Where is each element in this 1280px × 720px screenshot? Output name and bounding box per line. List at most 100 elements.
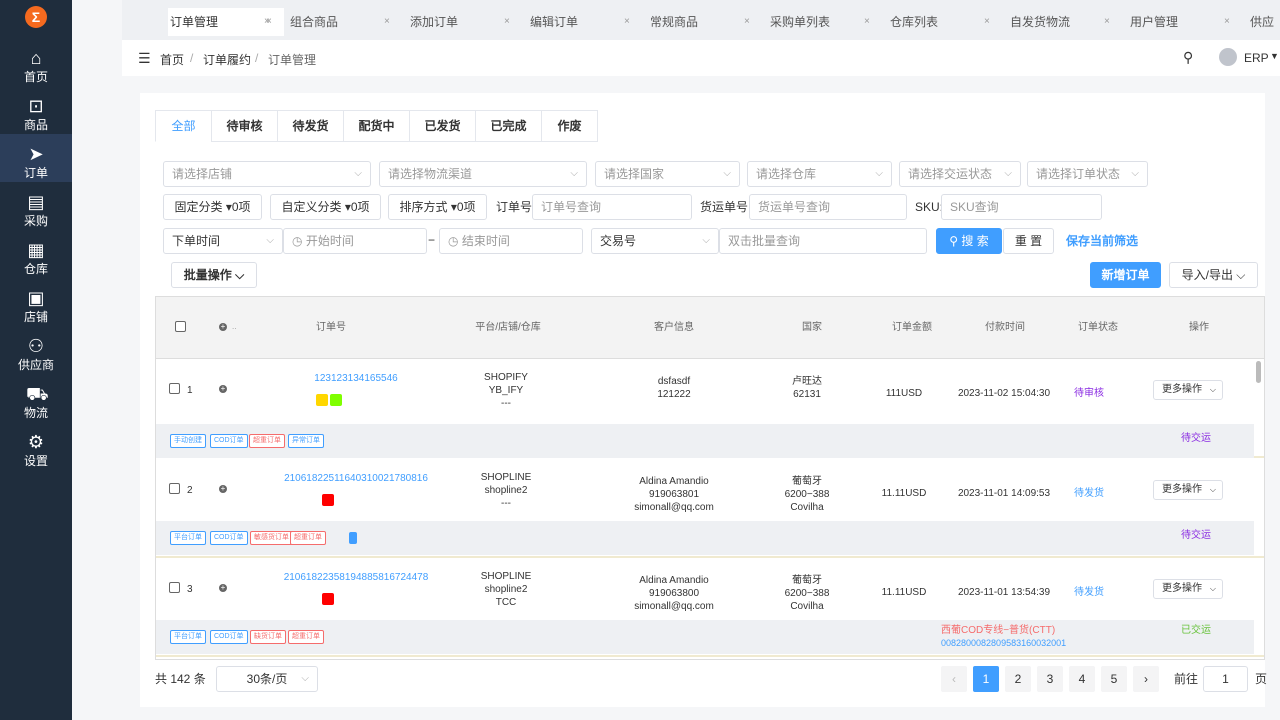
custom-category-button[interactable]: 自定义分类 ▾0项 bbox=[270, 194, 381, 220]
sidebar-item-7[interactable]: ⛟ 物流 bbox=[0, 374, 72, 422]
app-logo[interactable]: Σ bbox=[25, 6, 47, 28]
country-select[interactable]: 请选择国家 ⌵ bbox=[595, 161, 740, 187]
country-info: 葡萄牙 bbox=[792, 476, 822, 487]
page-4[interactable]: 4 bbox=[1069, 666, 1095, 692]
order-no-input[interactable]: 订单号查询 bbox=[532, 194, 692, 220]
deliver-status-select[interactable]: 请选择交运状态 ⌵ bbox=[899, 161, 1021, 187]
search-icon[interactable]: ⚲ bbox=[1183, 49, 1193, 66]
expand-row-icon[interactable]: + bbox=[219, 385, 227, 393]
warehouse-select[interactable]: 请选择仓库 ⌵ bbox=[747, 161, 892, 187]
chevron-down-icon: ⌵ bbox=[1209, 584, 1216, 593]
customer-info: dsfasdf bbox=[657, 376, 691, 387]
close-icon[interactable]: × bbox=[1224, 10, 1230, 34]
batch-query-input[interactable]: 双击批量查询 bbox=[719, 228, 927, 254]
row-checkbox[interactable] bbox=[169, 383, 180, 394]
page-size-select[interactable]: 30条/页 ⌵ bbox=[216, 666, 318, 692]
paid-time: 2023-11-02 15:04:30 bbox=[957, 388, 1051, 399]
tab-8[interactable]: 用户管理 × bbox=[1104, 10, 1238, 34]
customer-info: Aldina Amandio bbox=[639, 575, 709, 586]
order-number-link[interactable]: 2106182251164031002178081​6 bbox=[236, 472, 476, 485]
filter-tab-4[interactable]: 已发货 bbox=[409, 110, 476, 142]
new-order-button[interactable]: 新增订单 bbox=[1090, 262, 1161, 288]
chevron-down-icon: ⌵ bbox=[354, 168, 362, 179]
sidebar-item-0[interactable]: ⌂ 首页 bbox=[0, 38, 72, 86]
close-icon[interactable]: × bbox=[264, 10, 270, 34]
sort-button[interactable]: 排序方式 ▾0项 bbox=[388, 194, 487, 220]
shop-select[interactable]: 请选择店铺 ⌵ bbox=[163, 161, 371, 187]
ship-no-input[interactable]: 货运单号查询 bbox=[749, 194, 907, 220]
page-5[interactable]: 5 bbox=[1101, 666, 1127, 692]
more-actions-button[interactable]: 更多操作 ⌵ bbox=[1153, 380, 1223, 400]
row-checkbox[interactable] bbox=[169, 582, 180, 593]
reset-button[interactable]: 重 置 bbox=[1003, 228, 1054, 254]
end-time-input[interactable]: ◷ 结束时间 bbox=[439, 228, 583, 254]
filter-tab-6[interactable]: 作废 bbox=[541, 110, 598, 142]
tracking-number[interactable]: 00828000828095831600320​01 bbox=[941, 637, 1101, 650]
tab-4[interactable]: 常规商品 × bbox=[624, 10, 758, 34]
filter-tab-0[interactable]: 全部 bbox=[155, 110, 212, 142]
tab-9[interactable]: 供应 × bbox=[1224, 10, 1280, 34]
filter-tab-1[interactable]: 待审核 bbox=[211, 110, 278, 142]
page-2[interactable]: 2 bbox=[1005, 666, 1031, 692]
close-icon[interactable]: × bbox=[984, 10, 990, 34]
sku-input[interactable]: SKU查询 bbox=[941, 194, 1102, 220]
page-3[interactable]: 3 bbox=[1037, 666, 1063, 692]
sidebar-item-1[interactable]: ⊡ 商品 bbox=[0, 86, 72, 134]
sidebar-item-3[interactable]: ▤ 采购 bbox=[0, 182, 72, 230]
filter-tab-3[interactable]: 配货中 bbox=[343, 110, 410, 142]
more-actions-button[interactable]: 更多操作 ⌵ bbox=[1153, 480, 1223, 500]
tab-3[interactable]: 编辑订单 × bbox=[504, 10, 638, 34]
expand-row-icon[interactable]: + bbox=[219, 485, 227, 493]
row-index: 3 bbox=[187, 584, 193, 595]
search-button[interactable]: ⚲ 搜 索 bbox=[936, 228, 1002, 254]
breadcrumb-fulfillment[interactable]: 订单履约 bbox=[203, 51, 251, 68]
sidebar-item-8[interactable]: ⚙ 设置 bbox=[0, 422, 72, 470]
time-type-select[interactable]: 下单时间 ⌵ bbox=[163, 228, 283, 254]
tab-2[interactable]: 添加订单 × bbox=[384, 10, 518, 34]
goto-page-input[interactable]: 1 bbox=[1203, 666, 1248, 692]
close-icon[interactable]: × bbox=[744, 10, 750, 34]
order-number-link[interactable]: 210618223581948858167244​78 bbox=[236, 571, 476, 584]
chevron-down-icon[interactable]: ▼ bbox=[1270, 51, 1279, 61]
sidebar-item-4[interactable]: ▦ 仓库 bbox=[0, 230, 72, 278]
expand-row-icon[interactable]: + bbox=[219, 584, 227, 592]
save-filter-link[interactable]: 保存当前筛选 bbox=[1066, 228, 1138, 254]
expand-all-icon[interactable]: + bbox=[219, 323, 227, 331]
avatar[interactable] bbox=[1219, 48, 1237, 66]
table-scrollbar[interactable] bbox=[1256, 361, 1261, 383]
close-icon[interactable]: × bbox=[624, 10, 630, 34]
close-icon[interactable]: × bbox=[384, 10, 390, 34]
close-icon[interactable]: × bbox=[504, 10, 510, 34]
import-export-button[interactable]: 导入/导出 ⌵ bbox=[1169, 262, 1258, 288]
filter-tab-2[interactable]: 待发货 bbox=[277, 110, 344, 142]
tab-1[interactable]: 组合商品 × bbox=[264, 10, 398, 34]
more-actions-button[interactable]: 更多操作 ⌵ bbox=[1153, 579, 1223, 599]
close-icon[interactable]: × bbox=[1104, 10, 1110, 34]
row-checkbox[interactable] bbox=[169, 483, 180, 494]
tab-7[interactable]: 自发货物流 × bbox=[984, 10, 1118, 34]
order-tag: 平台订单 bbox=[170, 531, 206, 545]
customer-info: 121222 bbox=[657, 389, 691, 400]
start-time-input[interactable]: ◷ 开始时间 bbox=[283, 228, 427, 254]
fixed-category-button[interactable]: 固定分类 ▾0项 bbox=[163, 194, 262, 220]
select-all-checkbox[interactable] bbox=[175, 321, 186, 332]
sidebar-item-label: 订单 bbox=[23, 166, 48, 180]
sidebar-item-6[interactable]: ⚇ 供应商 bbox=[0, 326, 72, 374]
tab-6[interactable]: 仓库列表 × bbox=[864, 10, 998, 34]
next-page-button[interactable]: › bbox=[1133, 666, 1159, 692]
trade-type-select[interactable]: 交易号 ⌵ bbox=[591, 228, 719, 254]
tab-5[interactable]: 采购单列表 × bbox=[744, 10, 878, 34]
prev-page-button[interactable]: ‹ bbox=[941, 666, 967, 692]
close-icon[interactable]: × bbox=[864, 10, 870, 34]
channel-select[interactable]: 请选择物流渠道 ⌵ bbox=[379, 161, 587, 187]
batch-ops-button[interactable]: 批量操作 ⌵ bbox=[171, 262, 257, 288]
page-1[interactable]: 1 bbox=[973, 666, 999, 692]
sidebar-item-5[interactable]: ▣ 店铺 bbox=[0, 278, 72, 326]
user-name[interactable]: ERP bbox=[1244, 51, 1269, 65]
sidebar-item-2[interactable]: ➤ 订单 bbox=[0, 134, 72, 182]
breadcrumb-home[interactable]: 首页 bbox=[160, 51, 184, 68]
order-number-link[interactable]: 123123134165546 bbox=[236, 372, 476, 385]
filter-tab-5[interactable]: 已完成 bbox=[475, 110, 542, 142]
menu-fold-icon[interactable]: ☰ bbox=[138, 50, 151, 67]
order-status-select[interactable]: 请选择订单状态 ⌵ bbox=[1027, 161, 1148, 187]
